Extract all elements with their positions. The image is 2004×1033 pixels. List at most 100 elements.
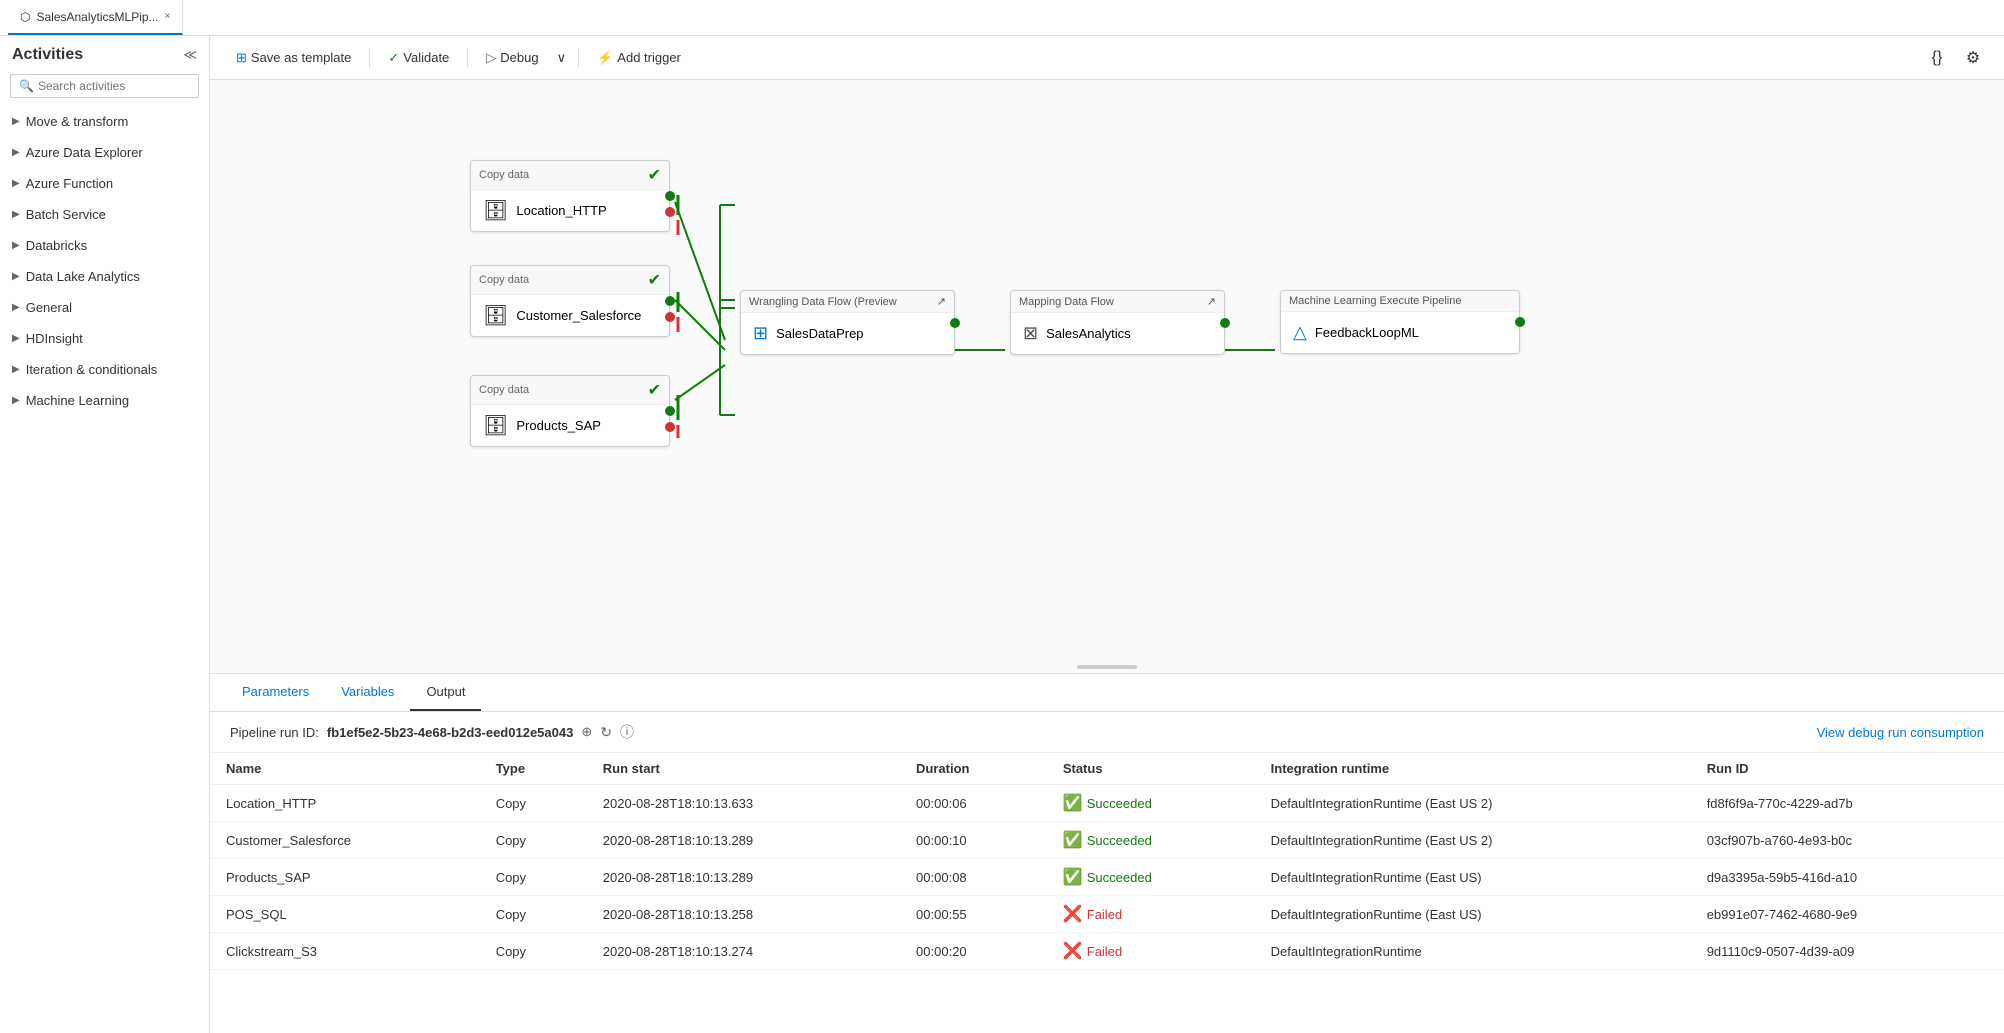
- cell-run-start: 2020-08-28T18:10:13.258: [587, 896, 900, 933]
- copy-node-header: Copy data ✔: [471, 161, 669, 190]
- cell-type: Copy: [480, 785, 587, 822]
- flow-node-body: ⊠ SalesAnalytics: [1011, 313, 1224, 354]
- copy-node-location-http[interactable]: Copy data ✔ 🗄 Location_HTTP: [470, 160, 670, 232]
- table-row[interactable]: Clickstream_S3 Copy 2020-08-28T18:10:13.…: [210, 933, 2004, 970]
- ml-pipeline-node[interactable]: Machine Learning Execute Pipeline △ Feed…: [1280, 290, 1520, 354]
- settings-icon: ⚙: [1966, 48, 1980, 68]
- tab-variables[interactable]: Variables: [325, 674, 410, 711]
- add-trigger-button[interactable]: ⚡ Add trigger: [587, 45, 691, 71]
- debug-dropdown-button[interactable]: ∨: [553, 45, 571, 71]
- failed-icon: ❌: [1063, 941, 1083, 961]
- port-right-red: [665, 207, 675, 217]
- cell-name: POS_SQL: [210, 896, 480, 933]
- mapping-dataflow-node[interactable]: Mapping Data Flow ↗ ⊠ SalesAnalytics: [1010, 290, 1225, 355]
- sidebar-item-hdinsight[interactable]: ▶ HDInsight: [0, 323, 209, 354]
- sidebar-item-label: Move & transform: [26, 114, 129, 129]
- port-right-red: [665, 312, 675, 322]
- table-row[interactable]: POS_SQL Copy 2020-08-28T18:10:13.258 00:…: [210, 896, 2004, 933]
- port-right-green: [665, 296, 675, 306]
- sidebar-item-iteration-conditionals[interactable]: ▶ Iteration & conditionals: [0, 354, 209, 385]
- validate-label: Validate: [403, 50, 449, 65]
- flow-node-body: ⊞ SalesDataPrep: [741, 313, 954, 354]
- search-icon: 🔍: [19, 79, 34, 93]
- code-view-button[interactable]: {}: [1922, 43, 1952, 73]
- debug-label: Debug: [500, 50, 538, 65]
- chevron-icon: ▶: [12, 116, 20, 127]
- save-template-button[interactable]: ⊞ Save as template: [226, 45, 361, 71]
- tab-output[interactable]: Output: [410, 674, 481, 711]
- settings-button[interactable]: ⚙: [1958, 43, 1988, 73]
- pipeline-canvas-area: Copy data ✔ 🗄 Location_HTTP Copy data ✔: [210, 80, 2004, 673]
- cell-status: ✅ Succeeded: [1047, 785, 1255, 822]
- tab-parameters[interactable]: Parameters: [226, 674, 325, 711]
- cell-status: ❌ Failed: [1047, 896, 1255, 933]
- success-icon: ✅: [1063, 793, 1083, 813]
- view-debug-link[interactable]: View debug run consumption: [1817, 725, 1984, 740]
- search-input[interactable]: [38, 79, 193, 93]
- chevron-icon: ▶: [12, 302, 20, 313]
- success-icon: ✅: [1063, 830, 1083, 850]
- database-icon: 🗄: [483, 413, 508, 438]
- wrangling-dataflow-node[interactable]: Wrangling Data Flow (Preview ↗ ⊞ SalesDa…: [740, 290, 955, 355]
- sidebar: Activities ≪ 🔍 ▶ Move & transform ▶ Azur…: [0, 36, 210, 1033]
- refresh-icon[interactable]: ↻: [600, 724, 612, 741]
- flow-node-header: Mapping Data Flow ↗: [1011, 291, 1224, 313]
- mapping-icon: ⊠: [1023, 323, 1038, 344]
- wrangling-icon: ⊞: [753, 323, 768, 344]
- status-failed: ❌ Failed: [1063, 941, 1239, 961]
- port-right-green: [1220, 318, 1230, 328]
- port-right-red: [665, 422, 675, 432]
- flow-node-header: Machine Learning Execute Pipeline: [1281, 291, 1519, 312]
- cell-duration: 00:00:06: [900, 785, 1047, 822]
- cell-status: ✅ Succeeded: [1047, 859, 1255, 896]
- table-row[interactable]: Location_HTTP Copy 2020-08-28T18:10:13.6…: [210, 785, 2004, 822]
- tab-title: SalesAnalyticsMLPip...: [36, 10, 158, 24]
- sidebar-item-azure-function[interactable]: ▶ Azure Function: [0, 168, 209, 199]
- sidebar-item-machine-learning[interactable]: ▶ Machine Learning: [0, 385, 209, 416]
- cell-integration-runtime: DefaultIntegrationRuntime (East US 2): [1255, 822, 1691, 859]
- col-header-duration: Duration: [900, 753, 1047, 785]
- cell-duration: 00:00:10: [900, 822, 1047, 859]
- sidebar-item-databricks[interactable]: ▶ Databricks: [0, 230, 209, 261]
- toolbar: ⊞ Save as template ✓ Validate ▷ Debug ∨ …: [210, 36, 2004, 80]
- status-success: ✅ Succeeded: [1063, 793, 1239, 813]
- collapse-icon[interactable]: ≪: [183, 47, 197, 63]
- sidebar-item-general[interactable]: ▶ General: [0, 292, 209, 323]
- resize-handle[interactable]: [1077, 665, 1137, 669]
- search-box[interactable]: 🔍: [10, 74, 199, 98]
- copy-node-body: 🗄 Location_HTTP: [471, 190, 669, 231]
- sidebar-item-azure-data-explorer[interactable]: ▶ Azure Data Explorer: [0, 137, 209, 168]
- toolbar-separator-2: [467, 48, 468, 68]
- cell-integration-runtime: DefaultIntegrationRuntime (East US 2): [1255, 785, 1691, 822]
- tab-close-button[interactable]: ×: [165, 11, 171, 22]
- cell-run-start: 2020-08-28T18:10:13.274: [587, 933, 900, 970]
- sidebar-item-label: Iteration & conditionals: [26, 362, 158, 377]
- pipeline-tab[interactable]: ⬡ SalesAnalyticsMLPip... ×: [8, 0, 183, 35]
- success-check-icon: ✔: [648, 380, 661, 400]
- cell-duration: 00:00:08: [900, 859, 1047, 896]
- info-icon[interactable]: ⓘ: [620, 722, 634, 742]
- cell-run-id: eb991e07-7462-4680-9e9: [1691, 896, 2004, 933]
- sidebar-title: Activities: [12, 46, 83, 64]
- cell-duration: 00:00:20: [900, 933, 1047, 970]
- cell-run-id: 9d1110c9-0507-4d39-a09: [1691, 933, 2004, 970]
- sidebar-item-data-lake-analytics[interactable]: ▶ Data Lake Analytics: [0, 261, 209, 292]
- table-row[interactable]: Products_SAP Copy 2020-08-28T18:10:13.28…: [210, 859, 2004, 896]
- copy-id-icon[interactable]: ⊕: [581, 724, 592, 740]
- success-check-icon: ✔: [648, 270, 661, 290]
- pipeline-run-info: Pipeline run ID: fb1ef5e2-5b23-4e68-b2d3…: [210, 712, 2004, 753]
- cell-duration: 00:00:55: [900, 896, 1047, 933]
- cell-integration-runtime: DefaultIntegrationRuntime (East US): [1255, 896, 1691, 933]
- table-row[interactable]: Customer_Salesforce Copy 2020-08-28T18:1…: [210, 822, 2004, 859]
- toolbar-right-actions: {} ⚙: [1922, 43, 1988, 73]
- copy-node-products-sap[interactable]: Copy data ✔ 🗄 Products_SAP: [470, 375, 670, 447]
- chevron-icon: ▶: [12, 333, 20, 344]
- debug-button[interactable]: ▷ Debug: [476, 45, 548, 71]
- copy-node-customer-salesforce[interactable]: Copy data ✔ 🗄 Customer_Salesforce: [470, 265, 670, 337]
- sidebar-item-label: Batch Service: [26, 207, 106, 222]
- sidebar-item-move-transform[interactable]: ▶ Move & transform: [0, 106, 209, 137]
- sidebar-item-batch-service[interactable]: ▶ Batch Service: [0, 199, 209, 230]
- chevron-icon: ▶: [12, 364, 20, 375]
- validate-button[interactable]: ✓ Validate: [378, 45, 459, 71]
- col-header-status: Status: [1047, 753, 1255, 785]
